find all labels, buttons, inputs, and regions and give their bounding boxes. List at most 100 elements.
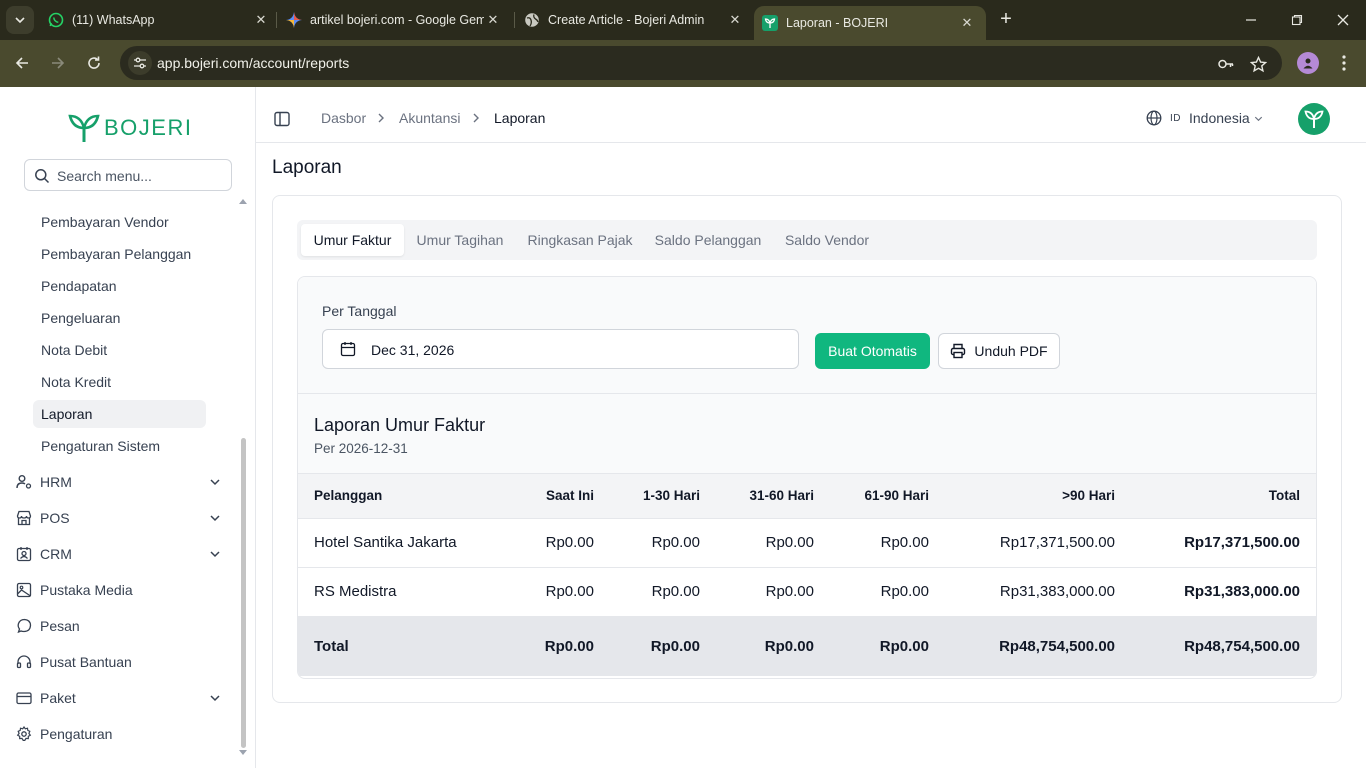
user-icon [1303, 58, 1313, 69]
sidebar-item-pusat-bantuan[interactable]: Pusat Bantuan [16, 648, 224, 676]
sidebar: BOJERI Pembayaran Vendor Pembayaran Pela… [0, 87, 256, 768]
chevron-down-icon [1254, 116, 1262, 121]
row-total-cell: Rp17,371,500.00 [1184, 534, 1300, 551]
sprout-logo-icon [1304, 110, 1324, 128]
chevron-right-icon [378, 113, 384, 123]
browser-tab-gemini[interactable]: artikel bojeri.com - Google Gem ✕ [286, 0, 502, 40]
sidebar-item-label: HRM [40, 474, 72, 490]
tab-umur-tagihan[interactable]: Umur Tagihan [408, 224, 512, 256]
bookmark-star-icon[interactable] [1248, 54, 1268, 74]
tab-saldo-vendor[interactable]: Saldo Vendor [777, 224, 877, 256]
search-input[interactable] [57, 166, 225, 186]
total-cell: Rp0.00 [544, 637, 594, 655]
sidebar-item-nota-kredit[interactable]: Nota Kredit [33, 368, 206, 396]
chevron-right-icon [473, 113, 479, 123]
more-vertical-icon [1342, 55, 1346, 71]
sidebar-item-pos[interactable]: POS [16, 504, 224, 532]
sidebar-item-pengeluaran[interactable]: Pengeluaran [33, 304, 206, 332]
chevron-down-icon [210, 515, 220, 522]
report-subtitle: Per 2026-12-31 [314, 441, 408, 456]
browser-tab-whatsapp[interactable]: (11) WhatsApp ✕ [48, 0, 270, 40]
tab-title: Create Article - Bojeri Admin [548, 13, 705, 27]
tab-search-button[interactable] [6, 6, 34, 34]
browser-menu-button[interactable] [1335, 52, 1353, 74]
column-header: 1-30 Hari [594, 474, 700, 519]
language-selector[interactable]: ID Indonesia [1146, 110, 1264, 126]
sidebar-item-pembayaran-vendor[interactable]: Pembayaran Vendor [33, 208, 206, 236]
date-value: Dec 31, 2026 [371, 342, 455, 358]
sidebar-item-label: POS [40, 510, 70, 526]
forward-button[interactable] [47, 52, 69, 74]
password-key-icon[interactable] [1216, 54, 1236, 74]
sidebar-toggle-icon[interactable] [274, 111, 290, 127]
sidebar-item-laporan[interactable]: Laporan [33, 400, 206, 428]
total-cell: Rp0.00 [650, 637, 700, 655]
total-cell: Rp48,754,500.00 [999, 637, 1115, 655]
tab-title: (11) WhatsApp [72, 13, 155, 27]
scroll-down-arrow[interactable] [239, 750, 247, 755]
close-tab-icon[interactable]: ✕ [252, 11, 270, 29]
breadcrumb-dasbor[interactable]: Dasbor [321, 110, 366, 126]
total-cell: Rp0.00 [879, 637, 929, 655]
chevron-down-icon [210, 695, 220, 702]
sidebar-item-pesan[interactable]: Pesan [16, 612, 224, 640]
breadcrumb-laporan: Laporan [494, 110, 546, 126]
sidebar-item-label: CRM [40, 546, 72, 562]
logo-text: BOJERI [104, 115, 193, 140]
scrollbar-thumb[interactable] [241, 438, 246, 748]
tab-ringkasan-pajak[interactable]: Ringkasan Pajak [520, 224, 640, 256]
browser-tab-bar: (11) WhatsApp ✕ artikel bojeri.com - Goo… [0, 0, 1366, 40]
logo[interactable]: BOJERI [68, 113, 192, 143]
sidebar-item-pustaka-media[interactable]: Pustaka Media [16, 576, 224, 604]
address-bar[interactable]: app.bojeri.com/account/reports [120, 46, 1282, 80]
tab-umur-faktur[interactable]: Umur Faktur [301, 224, 404, 256]
sidebar-item-pengaturan-sistem[interactable]: Pengaturan Sistem [33, 432, 206, 460]
amount-cell: Rp0.00 [765, 534, 814, 551]
tab-separator [276, 12, 277, 28]
amount-cell: Rp0.00 [880, 583, 929, 600]
download-pdf-button[interactable]: Unduh PDF [938, 333, 1060, 369]
user-cog-icon [16, 474, 32, 490]
scroll-up-arrow[interactable] [239, 199, 247, 204]
report-panel: Per Tanggal Dec 31, 2026 Buat Otomatis U… [297, 276, 1317, 679]
url-text: app.bojeri.com/account/reports [157, 55, 350, 71]
tab-saldo-pelanggan[interactable]: Saldo Pelanggan [647, 224, 769, 256]
close-tab-icon[interactable]: ✕ [726, 11, 744, 29]
date-picker[interactable]: Dec 31, 2026 [322, 329, 799, 369]
column-header: >90 Hari [929, 474, 1115, 519]
sidebar-item-pengaturan[interactable]: Pengaturan [16, 720, 224, 748]
sidebar-item-nota-debit[interactable]: Nota Debit [33, 336, 206, 364]
amount-cell: Rp17,371,500.00 [999, 534, 1115, 551]
site-settings-icon[interactable] [128, 51, 152, 75]
reload-button[interactable] [83, 52, 105, 74]
close-window-button[interactable] [1320, 0, 1366, 40]
globe-icon [1146, 110, 1162, 126]
amount-cell: Rp0.00 [651, 583, 700, 600]
profile-avatar[interactable] [1297, 52, 1319, 74]
sidebar-item-paket[interactable]: Paket [16, 684, 224, 712]
breadcrumb-akuntansi[interactable]: Akuntansi [399, 110, 460, 126]
new-tab-button[interactable]: + [996, 9, 1016, 30]
contact-icon [16, 546, 32, 562]
column-header: Pelanggan [298, 474, 504, 519]
sidebar-item-hrm[interactable]: HRM [16, 468, 224, 496]
report-tabs: Umur Faktur Umur Tagihan Ringkasan Pajak… [297, 220, 1317, 260]
user-avatar[interactable] [1298, 103, 1330, 135]
minimize-button[interactable] [1228, 0, 1274, 40]
sidebar-item-pendapatan[interactable]: Pendapatan [33, 272, 206, 300]
sidebar-item-pembayaran-pelanggan[interactable]: Pembayaran Pelanggan [33, 240, 206, 268]
store-icon [16, 510, 32, 526]
amount-cell: Rp0.00 [545, 583, 594, 600]
restore-button[interactable] [1274, 0, 1320, 40]
sidebar-item-crm[interactable]: CRM [16, 540, 224, 568]
browser-tab-create-article[interactable]: Create Article - Bojeri Admin ✕ [524, 0, 744, 40]
back-button[interactable] [11, 52, 33, 74]
sidebar-item-label: Pusat Bantuan [40, 654, 132, 670]
browser-tab-laporan[interactable]: Laporan - BOJERI ✕ [754, 6, 986, 40]
generate-button[interactable]: Buat Otomatis [815, 333, 930, 369]
close-tab-icon[interactable]: ✕ [484, 11, 502, 29]
close-tab-icon[interactable]: ✕ [958, 14, 976, 32]
customer-cell: Hotel Santika Jakarta [314, 534, 457, 551]
table-row: RS Medistra Rp0.00 Rp0.00 Rp0.00 Rp0.00 … [298, 567, 1316, 616]
search-icon [35, 169, 50, 184]
